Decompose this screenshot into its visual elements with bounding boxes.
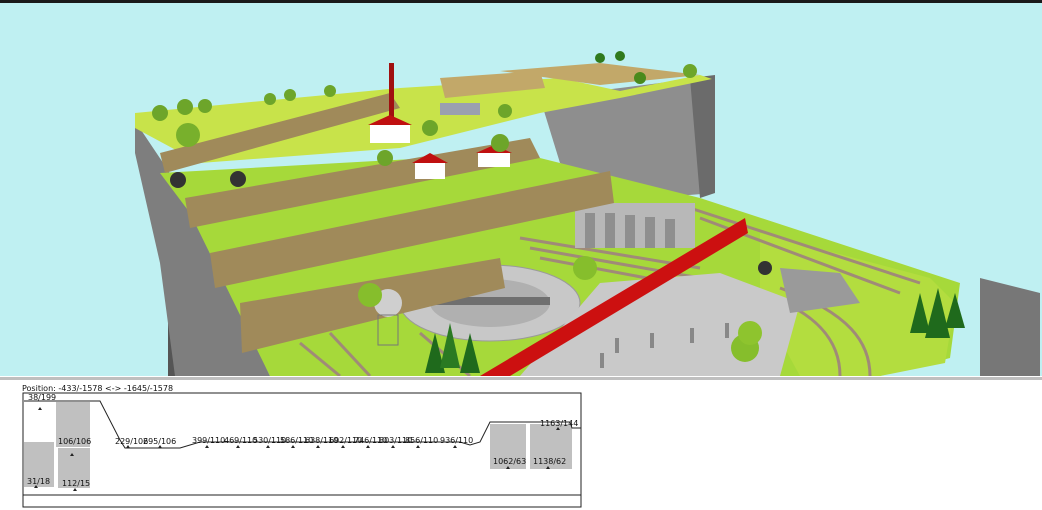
profile-label: 295/106 [143, 437, 176, 446]
profile-label: 106/106 [58, 437, 91, 446]
base-shadow-right [980, 278, 1040, 376]
factory-building [370, 125, 410, 143]
height-profile-panel[interactable]: Position: -433/-1578 <-> -1645/-1578 38/… [0, 380, 1042, 510]
layout-3d-render[interactable] [0, 3, 1042, 376]
house-2 [478, 153, 510, 167]
tunnel-portal-3 [758, 261, 772, 275]
chimney [389, 63, 394, 118]
height-profile-chart: 38/199 31/18 106/106 112/15 229/106 295/… [22, 392, 582, 508]
profile-label: 936/110 [440, 436, 473, 445]
profile-label: 1163/144 [540, 419, 578, 428]
house-1 [415, 163, 445, 179]
position-readout: Position: -433/-1578 <-> -1645/-1578 [22, 384, 174, 393]
profile-label: 1138/62 [533, 457, 566, 466]
profile-markers [34, 407, 560, 491]
profile-label: 399/110 [192, 436, 225, 445]
profile-label: 856/110 [405, 436, 438, 445]
profile-label: 31/18 [27, 477, 50, 486]
tunnel-portal-1 [170, 172, 186, 188]
profile-label: 38/199 [28, 393, 56, 402]
tunnel-portal-2 [230, 171, 246, 187]
profile-label: 1062/63 [493, 457, 526, 466]
layout-3d-viewport[interactable] [0, 3, 1042, 376]
industrial-building [440, 103, 480, 115]
profile-label: 112/15 [62, 479, 90, 488]
